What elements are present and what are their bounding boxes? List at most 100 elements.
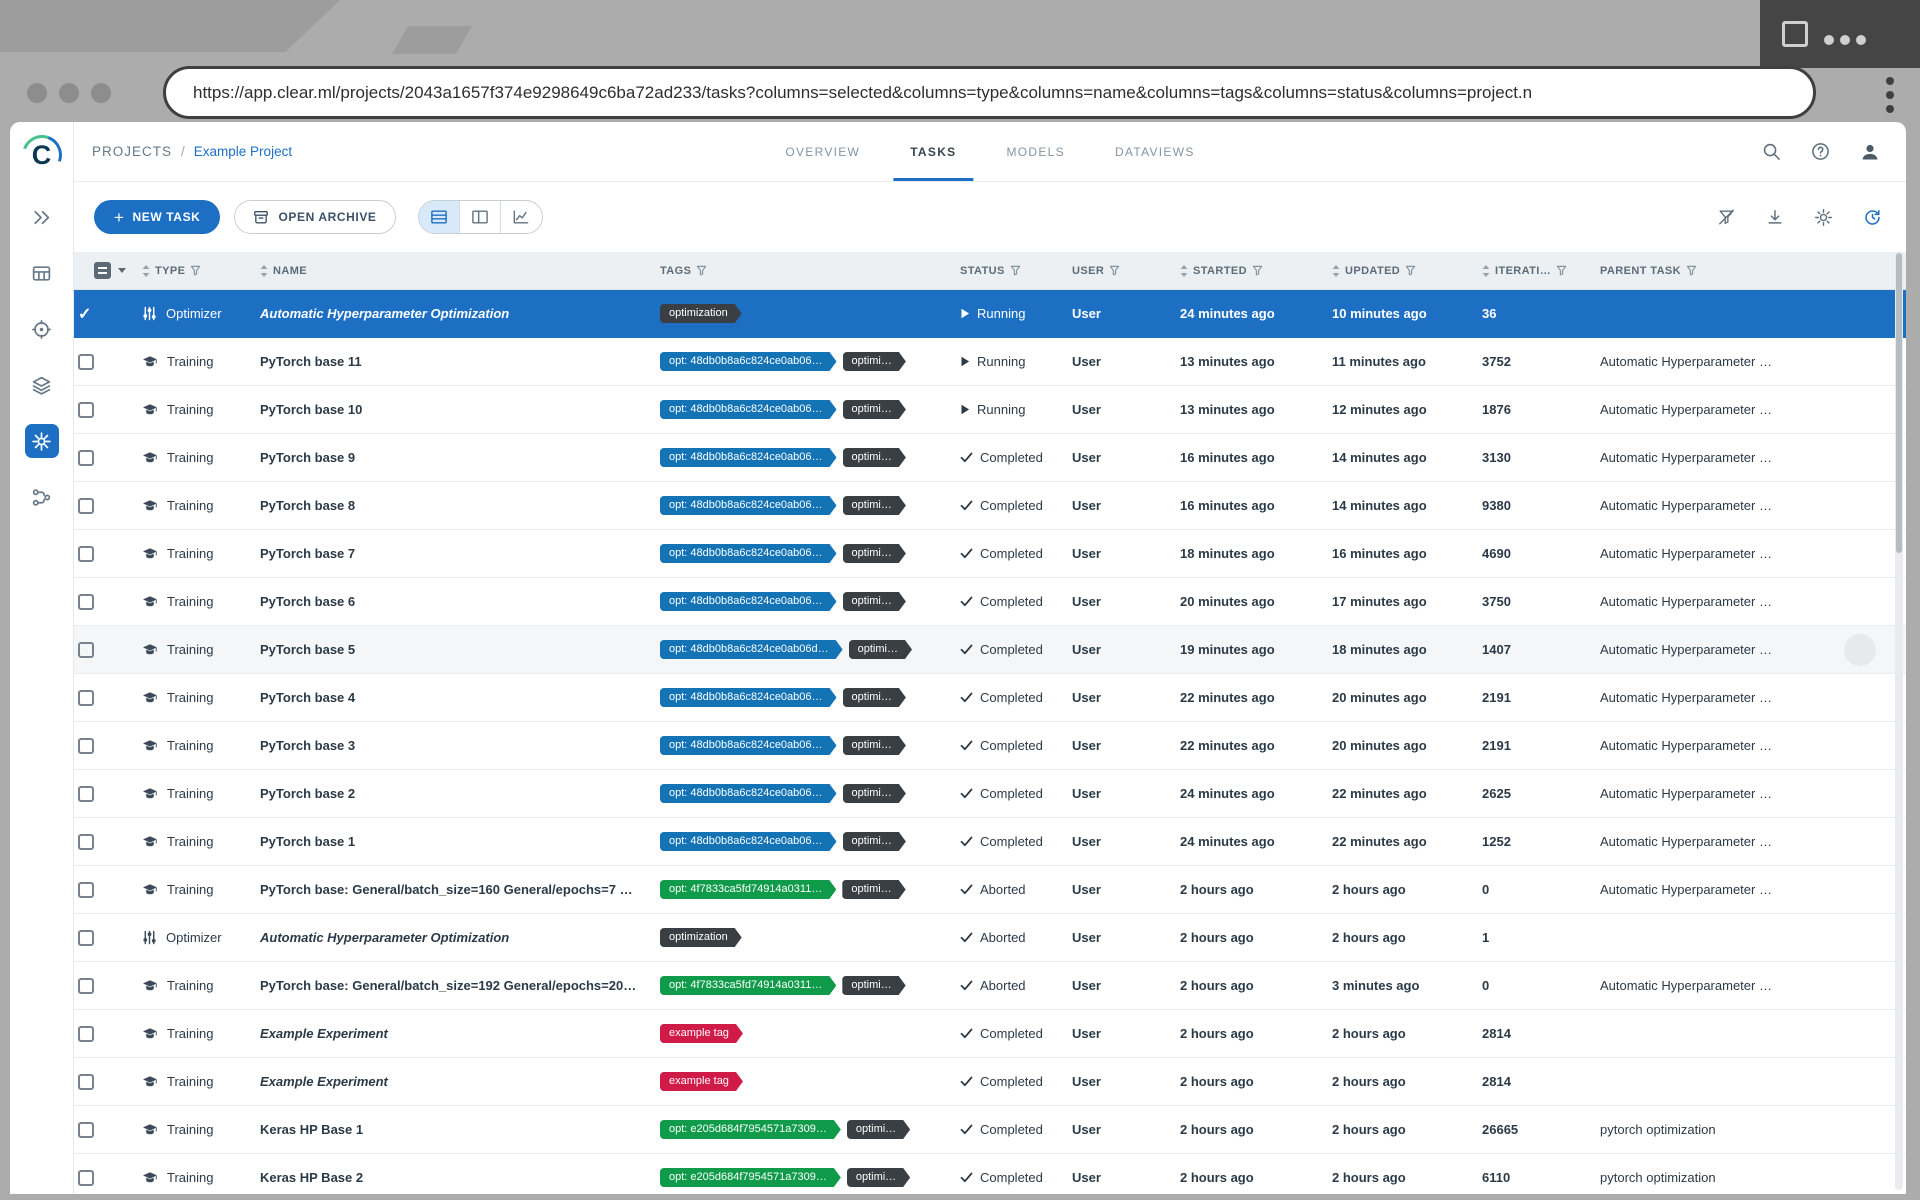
datasets-icon[interactable] [25, 368, 59, 402]
filter-funnel-icon[interactable] [190, 265, 201, 276]
search-icon[interactable] [1762, 142, 1781, 161]
filter-funnel-icon[interactable] [1686, 265, 1697, 276]
split-view-icon[interactable] [460, 201, 501, 233]
new-window-icon[interactable] [1782, 21, 1808, 47]
address-bar[interactable]: https://app.clear.ml/projects/2043a1657f… [163, 66, 1816, 119]
dashboard-grid-icon[interactable] [25, 256, 59, 290]
sort-icon[interactable] [1332, 264, 1340, 277]
tab-overview[interactable]: OVERVIEW [760, 122, 885, 181]
tab-models[interactable]: MODELS [981, 122, 1089, 181]
column-header-type[interactable]: TYPE [138, 264, 256, 277]
column-header-iterations[interactable]: ITERATI… [1478, 264, 1596, 277]
table-row[interactable]: ✓ Optimizer Automatic Hyperparameter Opt… [74, 290, 1906, 338]
row-checkbox[interactable] [78, 641, 94, 658]
table-view-icon[interactable] [418, 201, 460, 233]
table-row[interactable]: ✓ Training PyTorch base 8 opt: 48db0b8a6… [74, 482, 1906, 530]
tab-dataviews[interactable]: DATAVIEWS [1090, 122, 1220, 181]
row-checkbox[interactable] [78, 497, 94, 514]
scrollbar-thumb[interactable] [1896, 253, 1902, 553]
row-checkbox[interactable] [78, 1025, 94, 1042]
breadcrumb-projects[interactable]: PROJECTS [92, 144, 172, 159]
row-checkbox[interactable] [78, 689, 94, 706]
window-control-dot[interactable] [91, 83, 111, 103]
table-row[interactable]: ✓ Training Example Experiment example ta… [74, 1058, 1906, 1106]
row-checkbox[interactable] [78, 881, 94, 898]
row-checkbox[interactable] [78, 1169, 94, 1186]
sort-icon[interactable] [260, 264, 268, 277]
row-checkbox[interactable] [78, 1121, 94, 1138]
column-header-status[interactable]: STATUS [956, 265, 1068, 277]
table-row[interactable]: ✓ Training PyTorch base 4 opt: 48db0b8a6… [74, 674, 1906, 722]
table-row[interactable]: ✓ Training PyTorch base 7 opt: 48db0b8a6… [74, 530, 1906, 578]
table-row[interactable]: ✓ Optimizer Automatic Hyperparameter Opt… [74, 914, 1906, 962]
column-header-select[interactable] [74, 262, 138, 279]
window-control-dot[interactable] [59, 83, 79, 103]
sort-icon[interactable] [1482, 264, 1490, 277]
row-checkbox[interactable] [78, 785, 94, 802]
vertical-scrollbar[interactable] [1895, 252, 1903, 1190]
pipelines-icon[interactable] [25, 480, 59, 514]
table-row[interactable]: ✓ Training PyTorch base: General/batch_s… [74, 866, 1906, 914]
clear-filters-icon[interactable] [1717, 208, 1736, 226]
user-avatar-icon[interactable] [1860, 142, 1880, 162]
table-row[interactable]: ✓ Training PyTorch base 11 opt: 48db0b8a… [74, 338, 1906, 386]
open-archive-button[interactable]: OPEN ARCHIVE [234, 200, 396, 234]
sort-icon[interactable] [1180, 264, 1188, 277]
auto-refresh-icon[interactable] [1863, 208, 1882, 227]
row-checkbox[interactable] [78, 545, 94, 562]
table-row[interactable]: ✓ Training PyTorch base 5 opt: 48db0b8a6… [74, 626, 1906, 674]
table-row[interactable]: ✓ Training PyTorch base 2 opt: 48db0b8a6… [74, 770, 1906, 818]
row-checkbox[interactable] [78, 593, 94, 610]
select-all-caret-icon[interactable] [118, 268, 126, 273]
table-row[interactable]: ✓ Training Keras HP Base 2 opt: e205d684… [74, 1154, 1906, 1194]
table-row[interactable]: ✓ Training Keras HP Base 1 opt: e205d684… [74, 1106, 1906, 1154]
table-row[interactable]: ✓ Training PyTorch base 10 opt: 48db0b8a… [74, 386, 1906, 434]
window-control-dot[interactable] [27, 83, 47, 103]
table-row[interactable]: ✓ Training PyTorch base: General/batch_s… [74, 962, 1906, 1010]
settings-gear-icon[interactable] [1814, 208, 1833, 227]
row-checkbox[interactable] [78, 353, 94, 370]
window-controls[interactable] [27, 83, 111, 103]
row-checkbox[interactable] [78, 737, 94, 754]
download-icon[interactable] [1766, 208, 1784, 226]
reports-icon[interactable] [25, 312, 59, 346]
column-header-updated[interactable]: UPDATED [1328, 264, 1478, 277]
column-header-parent[interactable]: PARENT TASK [1596, 265, 1892, 277]
filter-funnel-icon[interactable] [1010, 265, 1021, 276]
row-checkbox[interactable] [78, 1073, 94, 1090]
table-row[interactable]: ✓ Training PyTorch base 9 opt: 48db0b8a6… [74, 434, 1906, 482]
row-checkbox[interactable] [78, 449, 94, 466]
table-row[interactable]: ✓ Training PyTorch base 1 opt: 48db0b8a6… [74, 818, 1906, 866]
sort-icon[interactable] [142, 264, 150, 277]
row-checkbox[interactable] [78, 833, 94, 850]
column-header-started[interactable]: STARTED [1176, 264, 1328, 277]
filter-funnel-icon[interactable] [696, 265, 707, 276]
filter-funnel-icon[interactable] [1109, 265, 1120, 276]
filter-funnel-icon[interactable] [1556, 265, 1567, 276]
getting-started-icon[interactable] [25, 200, 59, 234]
help-icon[interactable] [1811, 142, 1830, 161]
row-checkbox[interactable] [78, 977, 94, 994]
table-row[interactable]: ✓ Training PyTorch base 6 opt: 48db0b8a6… [74, 578, 1906, 626]
breadcrumb-current-project[interactable]: Example Project [194, 144, 292, 159]
browser-ellipsis-icon[interactable] [1824, 35, 1866, 45]
chart-view-icon[interactable] [501, 201, 542, 233]
browser-menu-icon[interactable] [1886, 77, 1894, 113]
row-checkbox[interactable] [78, 929, 94, 946]
filter-funnel-icon[interactable] [1252, 265, 1263, 276]
column-header-name[interactable]: NAME [256, 264, 656, 277]
new-task-button[interactable]: + NEW TASK [94, 200, 221, 234]
tab-tasks[interactable]: TASKS [885, 122, 981, 181]
task-name: Keras HP Base 1 [260, 1122, 364, 1137]
filter-funnel-icon[interactable] [1405, 265, 1416, 276]
table-row[interactable]: ✓ Training Example Experiment example ta… [74, 1010, 1906, 1058]
select-all-checkbox[interactable] [94, 262, 111, 279]
projects-icon[interactable] [24, 424, 59, 458]
row-checkbox[interactable] [78, 401, 94, 418]
task-updated: 2 hours ago [1332, 1122, 1406, 1137]
clearml-logo[interactable]: C [20, 134, 63, 176]
table-row[interactable]: ✓ Training PyTorch base 3 opt: 48db0b8a6… [74, 722, 1906, 770]
column-header-tags[interactable]: TAGS [656, 265, 956, 277]
column-header-user[interactable]: USER [1068, 265, 1176, 277]
task-user: User [1072, 882, 1101, 897]
